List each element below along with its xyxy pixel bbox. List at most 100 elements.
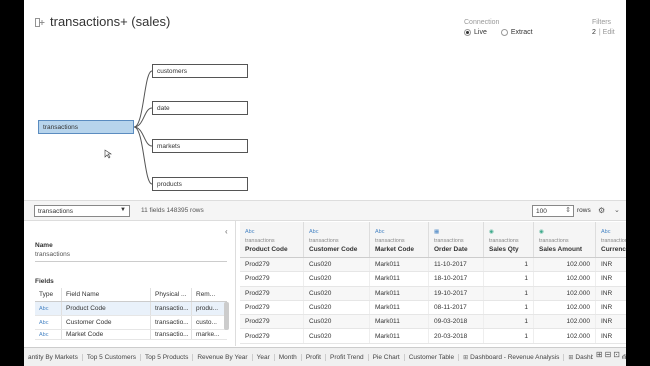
tab-label: Top 5 Customers	[86, 353, 136, 361]
sheet-tab[interactable]: Profit Trend	[326, 353, 369, 361]
sheet-tab[interactable]: Top 5 Customers	[83, 353, 141, 361]
table-cell: Cus020	[304, 300, 370, 315]
table-cell: Prod279	[240, 272, 304, 286]
table-cell: Mark011	[370, 315, 429, 329]
field-row[interactable]: Abc Market Code transactio... marke...	[35, 330, 227, 340]
table-cell: 102.000	[534, 329, 596, 343]
grid-column-header[interactable]: ◉ transactions Sales Qty	[484, 222, 534, 257]
canvas-table-transactions[interactable]: transactions	[38, 120, 134, 134]
fields-label: Fields	[35, 278, 54, 285]
table-cell: Prod279	[240, 286, 304, 300]
canvas-table-markets[interactable]: markets	[152, 139, 248, 153]
dashboard-tab[interactable]: ⊞ Dashboard - Revenue Analysis	[459, 353, 565, 361]
fields-scrollbar[interactable]	[224, 302, 229, 330]
table-cell: 19-10-2017	[429, 286, 484, 300]
table-cell: Mark011	[370, 286, 429, 300]
data-source-page: transactions+ (sales) Connection Live Ex…	[24, 0, 626, 366]
table-row[interactable]: Prod279 Cus020 Mark011 20-03-2018 1 102.000 IN…	[240, 329, 626, 344]
field-row[interactable]: Abc Product Code transactio... produ...	[35, 302, 227, 316]
sheet-tab[interactable]: Top 5 Products	[141, 353, 194, 361]
chevron-down-icon: ▼	[120, 207, 126, 213]
column-field-name: Sales Qty	[489, 246, 519, 253]
data-grid-body: Prod279 Cus020 Mark011 11-10-2017 1 102.000 IN…	[240, 258, 626, 344]
canvas-table-customers[interactable]: customers	[152, 64, 248, 78]
table-cell: Cus020	[304, 286, 370, 300]
column-field-name: Customer Code	[309, 246, 358, 253]
table-cell: INR	[596, 287, 626, 300]
string-type-icon: Abc	[601, 229, 611, 235]
table-cell: Prod279	[240, 300, 304, 315]
sheet-tab[interactable]: Revenue By Year	[193, 353, 253, 361]
fields-rows-info: 11 fields 148395 rows	[141, 207, 204, 214]
column-source-table: transactions	[309, 238, 339, 244]
table-row[interactable]: Prod279 Cus020 Mark011 19-10-2017 1 102.000 IN…	[240, 286, 626, 301]
grid-column-header[interactable]: Abc transactions Product Code	[240, 222, 304, 257]
table-cell: Cus020	[304, 272, 370, 286]
number-type-icon: ◉	[489, 229, 494, 235]
table-cell: 102.000	[534, 315, 596, 329]
table-row[interactable]: Prod279 Cus020 Mark011 08-11-2017 1 102.000 IN…	[240, 300, 626, 316]
rows-count-input[interactable]: 100 ⇕	[532, 205, 574, 217]
column-header-physical[interactable]: Physical ...	[151, 288, 192, 301]
column-header-remote[interactable]: Rem...	[192, 288, 227, 301]
number-type-icon: ◉	[539, 229, 544, 235]
table-cell: 102.000	[534, 300, 596, 315]
name-field[interactable]: transactions	[35, 251, 227, 262]
sheet-tab[interactable]: Pie Chart	[369, 353, 405, 361]
sheet-tab[interactable]: antity By Markets	[24, 353, 83, 361]
column-source-table: transactions	[434, 238, 464, 244]
table-select[interactable]: transactions ▼	[34, 205, 130, 217]
column-source-table: transactions	[601, 238, 626, 244]
table-cell: Prod279	[240, 329, 304, 343]
column-source-table: transactions	[375, 238, 405, 244]
grid-column-header[interactable]: ▦ transactions Order Date	[429, 222, 484, 257]
new-sheet-icons[interactable]: ⊞⊟⊡	[592, 350, 622, 359]
grid-column-header[interactable]: ◉ transactions Sales Amount	[534, 222, 596, 257]
table-cell: Mark011	[370, 329, 429, 343]
canvas-table-date[interactable]: date	[152, 101, 248, 115]
tab-label: antity By Markets	[28, 353, 78, 361]
tab-label: Profit Trend	[329, 353, 364, 361]
fields-table: Type Field Name Physical ... Rem... Abc …	[35, 288, 227, 340]
tab-label: Dashboard - Revenue Analysis	[470, 353, 560, 361]
sheet-tab[interactable]: Month	[275, 353, 302, 361]
data-grid-header: Abc transactions Product Code Abc transactio…	[240, 222, 626, 258]
table-row[interactable]: Prod279 Cus020 Mark011 18-10-2017 1 102.000 IN…	[240, 272, 626, 287]
table-row[interactable]: Prod279 Cus020 Mark011 11-10-2017 1 102.000 IN…	[240, 258, 626, 273]
table-cell: 1	[484, 315, 534, 329]
string-type-icon: Abc	[35, 302, 62, 315]
gear-icon[interactable]: ⚙	[598, 206, 605, 215]
chevron-down-icon[interactable]: ⌄	[614, 206, 620, 214]
grid-column-header[interactable]: Abc transactions Customer Code	[304, 222, 370, 257]
string-type-icon: Abc	[35, 330, 62, 339]
tab-label: Pie Chart	[372, 353, 400, 361]
fields-table-header: Type Field Name Physical ... Rem...	[35, 288, 227, 302]
string-type-icon: Abc	[245, 229, 255, 235]
column-source-table: transactions	[489, 238, 519, 244]
sheet-tab[interactable]: Customer Table	[405, 353, 460, 361]
sheet-tab[interactable]: Profit	[302, 353, 326, 361]
column-source-table: transactions	[539, 238, 569, 244]
table-cell: 1	[484, 272, 534, 286]
grid-column-header[interactable]: Abc transactions Currency	[596, 222, 626, 257]
table-cell: 18-10-2017	[429, 272, 484, 286]
table-row[interactable]: Prod279 Cus020 Mark011 09-03-2018 1 102.000 IN…	[240, 315, 626, 330]
rows-label: rows	[577, 207, 591, 214]
table-cell: 09-03-2018	[429, 315, 484, 329]
collapse-left-icon[interactable]: ‹	[225, 227, 228, 236]
table-cell: Cus020	[304, 258, 370, 272]
table-cell: Prod279	[240, 315, 304, 329]
tab-label: Month	[278, 353, 297, 361]
table-cell: INR	[596, 301, 626, 314]
tab-label: Profit	[305, 353, 321, 361]
column-header-type[interactable]: Type	[35, 288, 62, 301]
canvas-table-products[interactable]: products	[152, 177, 248, 191]
field-row[interactable]: Abc Customer Code transactio... custo...	[35, 316, 227, 330]
sheet-tab[interactable]: Year	[253, 353, 275, 361]
grid-column-header[interactable]: Abc transactions Market Code	[370, 222, 429, 257]
table-cell: Mark011	[370, 300, 429, 315]
stepper-icon[interactable]: ⇕	[565, 206, 571, 214]
sheet-tabs-bar: antity By Markets Top 5 Customers Top 5 Pr…	[24, 347, 626, 366]
column-header-field-name[interactable]: Field Name	[62, 288, 151, 301]
field-physical-table: transactio...	[151, 330, 192, 339]
